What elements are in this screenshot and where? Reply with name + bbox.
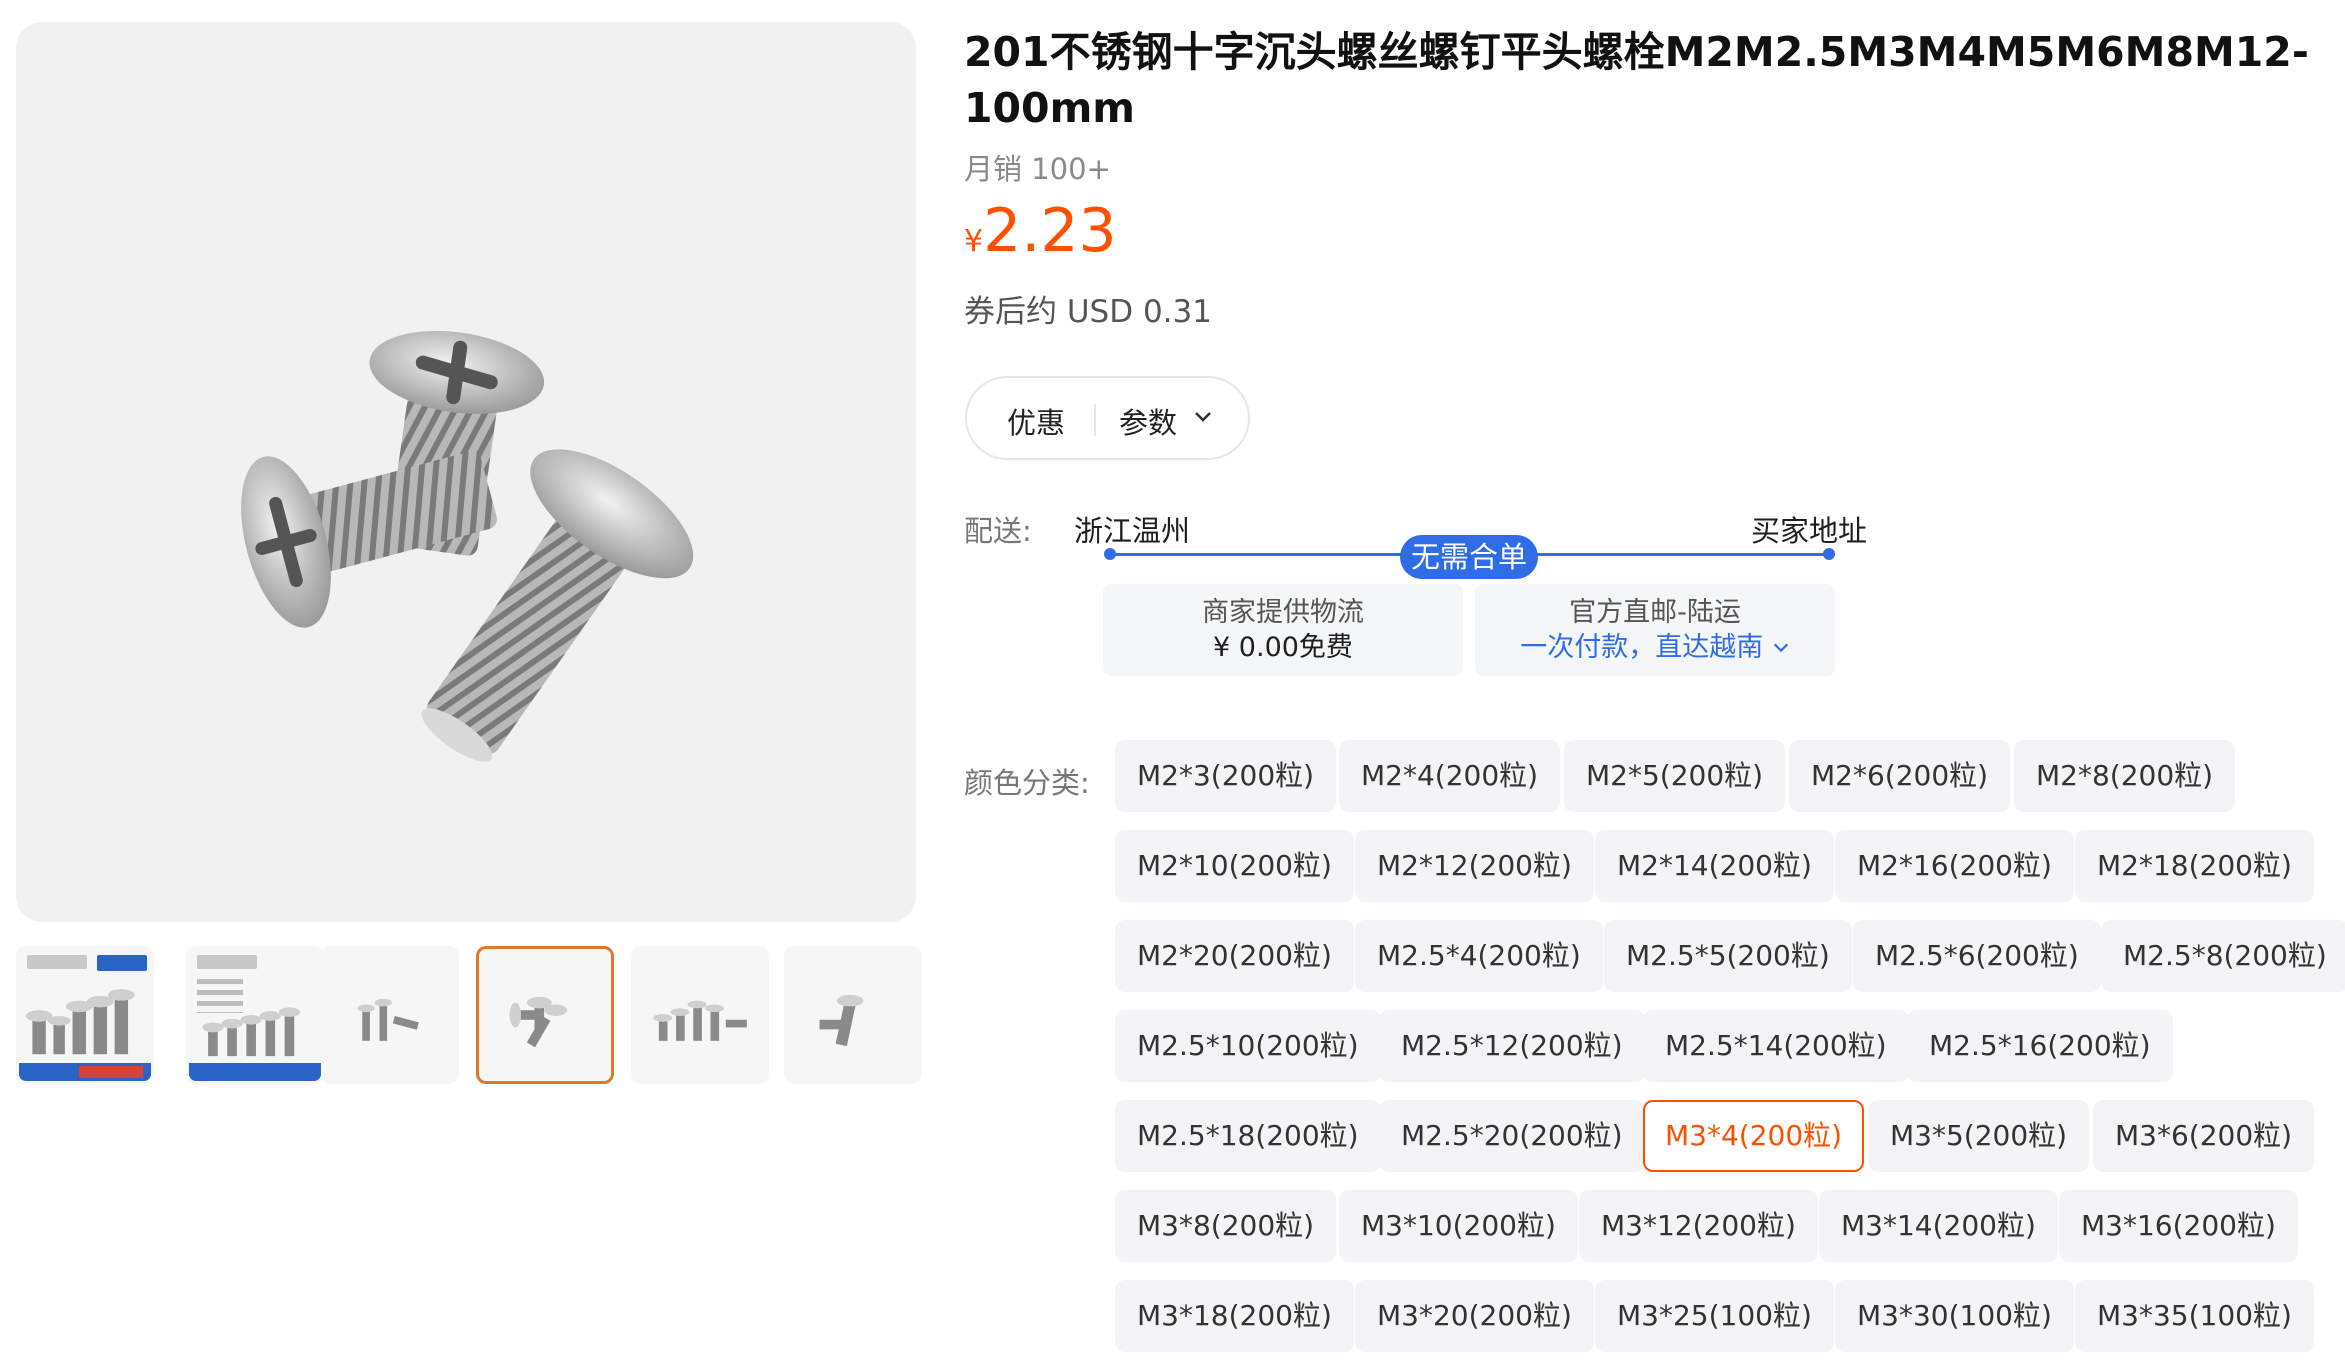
thumbnail-1[interactable] — [16, 946, 154, 1084]
price: ¥2.23 — [964, 196, 1117, 266]
variant-option[interactable]: M2*3(200粒) — [1115, 740, 1337, 812]
screws-thumb-icon — [509, 996, 567, 1048]
variant-option[interactable]: M2.5*4(200粒) — [1355, 920, 1603, 992]
merchant-logistics-title: 商家提供物流 — [1202, 597, 1364, 628]
variant-option[interactable]: M2.5*8(200粒) — [2101, 920, 2345, 992]
variant-option[interactable]: M2.5*14(200粒) — [1643, 1010, 1909, 1082]
variant-option[interactable]: M2.5*10(200粒) — [1115, 1010, 1381, 1082]
variant-option[interactable]: M2*5(200粒) — [1564, 740, 1786, 812]
variant-option[interactable]: M2*8(200粒) — [2014, 740, 2236, 812]
thumbnail-6[interactable] — [784, 946, 922, 1084]
screws-thumb-icon — [819, 994, 864, 1047]
screws-image — [241, 330, 694, 762]
variant-option[interactable]: M2*20(200粒) — [1115, 920, 1354, 992]
variant-option[interactable]: M3*20(200粒) — [1355, 1280, 1594, 1352]
price-value: 2.23 — [983, 196, 1117, 266]
variant-option[interactable]: M3*14(200粒) — [1819, 1190, 2058, 1262]
thumb-banner-accent — [79, 1066, 143, 1078]
variant-option[interactable]: M2.5*5(200粒) — [1604, 920, 1852, 992]
merchant-logistics-box: 商家提供物流 ¥ 0.00免费 — [1103, 584, 1463, 676]
product-title: 201不锈钢十字沉头螺丝螺钉平头螺栓M2M2.5M3M4M5M6M8M12-10… — [964, 28, 2309, 132]
thumbnail-3[interactable] — [321, 946, 459, 1084]
route-start-dot — [1104, 548, 1116, 560]
variant-option[interactable]: M3*8(200粒) — [1115, 1190, 1337, 1262]
tab-discount[interactable]: 优惠 — [1007, 400, 1065, 442]
currency-symbol: ¥ — [964, 224, 984, 259]
variant-option[interactable]: M2.5*16(200粒) — [1907, 1010, 2173, 1082]
direct-mail-box[interactable]: 官方直邮-陆运 一次付款，直达越南 — [1475, 584, 1835, 676]
variant-option[interactable]: M2*14(200粒) — [1595, 830, 1834, 902]
thumb-banner — [189, 1063, 321, 1081]
variant-option[interactable]: M3*6(200粒) — [2093, 1100, 2315, 1172]
variant-option[interactable]: M3*30(100粒) — [1835, 1280, 2074, 1352]
variant-option[interactable]: M2.5*12(200粒) — [1379, 1010, 1645, 1082]
shipping-label: 配送: — [964, 514, 1032, 548]
brand-logo — [27, 955, 87, 969]
variant-option[interactable]: M2.5*6(200粒) — [1853, 920, 2101, 992]
direct-mail-link[interactable]: 一次付款，直达越南 — [1475, 630, 1835, 666]
shipping-destination[interactable]: 买家地址 — [1751, 508, 1867, 550]
variant-option[interactable]: M2*4(200粒) — [1339, 740, 1561, 812]
screws-thumb-icon — [653, 1000, 747, 1041]
info-tabs: 优惠 参数 — [965, 376, 1250, 460]
variant-option[interactable]: M2*6(200粒) — [1789, 740, 2011, 812]
variant-option[interactable]: M3*18(200粒) — [1115, 1280, 1354, 1352]
thumbnail-2[interactable] — [186, 946, 324, 1084]
variant-option[interactable]: M3*25(100粒) — [1595, 1280, 1834, 1352]
screws-thumb-icon — [357, 998, 419, 1041]
direct-mail-title: 官方直邮-陆运 — [1569, 597, 1741, 628]
text-lines — [197, 979, 243, 1013]
thumbnail-strip — [16, 946, 928, 1084]
thumbnail-5[interactable] — [631, 946, 769, 1084]
chevron-down-icon — [1773, 643, 1788, 653]
variant-option[interactable]: M3*16(200粒) — [2059, 1190, 2298, 1262]
no-combine-badge: 无需合单 — [1400, 535, 1538, 579]
variant-option[interactable]: M3*10(200粒) — [1339, 1190, 1578, 1262]
tab-params[interactable]: 参数 — [1119, 400, 1177, 442]
variant-option[interactable]: M2*18(200粒) — [2075, 830, 2314, 902]
size-tag — [97, 955, 147, 971]
route-end-dot — [1823, 548, 1835, 560]
chevron-down-icon[interactable] — [1193, 406, 1213, 432]
main-product-image[interactable] — [16, 22, 916, 922]
shipping-fee: ¥ 0.00免费 — [1213, 632, 1353, 663]
variant-label: 颜色分类: — [964, 766, 1090, 800]
variant-option[interactable]: M2*10(200粒) — [1115, 830, 1354, 902]
variant-option[interactable]: M3*12(200粒) — [1579, 1190, 1818, 1262]
tab-divider — [1094, 404, 1096, 436]
brand-logo — [197, 955, 257, 969]
variant-option[interactable]: M3*5(200粒) — [1868, 1100, 2090, 1172]
thumbnail-4-active[interactable] — [476, 946, 614, 1084]
monthly-sales: 月销 100+ — [964, 152, 1111, 186]
direct-mail-link-text: 一次付款，直达越南 — [1520, 632, 1764, 663]
variant-option[interactable]: M2.5*20(200粒) — [1379, 1100, 1645, 1172]
shipping-origin: 浙江温州 — [1074, 514, 1191, 548]
variant-option[interactable]: M2.5*18(200粒) — [1115, 1100, 1381, 1172]
variant-option[interactable]: M2*12(200粒) — [1355, 830, 1594, 902]
coupon-price: 券后约 USD 0.31 — [964, 294, 1212, 330]
variant-option-selected[interactable]: M3*4(200粒) — [1643, 1100, 1865, 1172]
variant-option[interactable]: M3*35(100粒) — [2075, 1280, 2314, 1352]
variant-option[interactable]: M2*16(200粒) — [1835, 830, 2074, 902]
